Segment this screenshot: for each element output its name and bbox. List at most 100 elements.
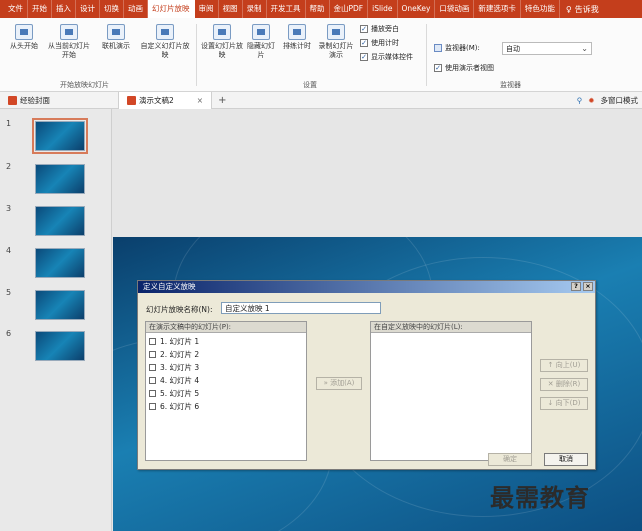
timings-checkbox[interactable]: ✓ 使用计时	[360, 38, 399, 48]
checkbox[interactable]	[149, 338, 156, 345]
slide-thumb-row[interactable]: 4	[0, 246, 112, 280]
setup-show-label: 设置幻灯片放映	[201, 42, 243, 59]
checkbox[interactable]	[149, 351, 156, 358]
checkmark-icon: ✓	[434, 64, 442, 72]
ribbon: 从头开始 从当前幻灯片开始 联机演示 自定义幻灯片放映 开始放映幻灯片 设置幻灯…	[0, 18, 642, 92]
doc-tab-1[interactable]: 经验封面	[0, 92, 58, 109]
tab-17[interactable]: 特色功能	[521, 0, 560, 18]
checkbox[interactable]	[149, 403, 156, 410]
record-button[interactable]: 录制幻灯片演示	[316, 24, 356, 60]
media-checkbox[interactable]: ✓ 显示媒体控件	[360, 52, 413, 62]
cancel-button[interactable]: 取消	[544, 453, 588, 466]
slide-thumbnail[interactable]	[35, 290, 85, 320]
doc-tab-right-tools: ⚲ ✹ 多窗口模式	[577, 92, 638, 109]
slide-thumbnail[interactable]	[35, 164, 85, 194]
list-item[interactable]: 6. 幻灯片 6	[149, 401, 199, 412]
record-icon	[327, 24, 345, 40]
search-icon[interactable]: ⚲	[577, 96, 583, 105]
tab-2[interactable]: 插入	[52, 0, 76, 18]
remove-button[interactable]: ✕ 删除(R)	[540, 378, 588, 391]
tab-5[interactable]: 动画	[124, 0, 148, 18]
doc-tab-2[interactable]: 演示文稿2 ×	[118, 91, 213, 109]
chevron-down-icon: ⌄	[581, 44, 588, 53]
watermark-text: 最需教育	[490, 484, 590, 512]
tab-15[interactable]: 口袋动画	[435, 0, 475, 18]
slide-thumbnail[interactable]	[35, 331, 85, 361]
tab-1[interactable]: 开始	[28, 0, 52, 18]
list-item[interactable]: 4. 幻灯片 4	[149, 375, 199, 386]
custom-show-label: 自定义幻灯片放映	[140, 42, 190, 59]
show-name-input[interactable]: 自定义放映 1	[221, 302, 381, 314]
move-up-button[interactable]: ↑ 向上(U)	[540, 359, 588, 372]
close-tab-icon[interactable]: ×	[197, 96, 203, 105]
slide-thumb-row[interactable]: 1	[0, 118, 112, 154]
tell-me-search[interactable]: ♀ 告诉我	[566, 4, 599, 15]
rehearse-button[interactable]: 排练计时	[280, 24, 314, 51]
checkbox[interactable]	[149, 364, 156, 371]
presenter-view-checkbox[interactable]: ✓ 使用演示者视图	[434, 63, 494, 73]
checkbox[interactable]	[149, 390, 156, 397]
gear-icon[interactable]: ✹	[588, 96, 594, 105]
slide-thumbnail[interactable]	[35, 206, 85, 236]
online-present-icon	[107, 24, 125, 40]
narration-checkbox[interactable]: ✓ 播放旁白	[360, 24, 399, 34]
list-item[interactable]: 2. 幻灯片 2	[149, 349, 199, 360]
list-item-label: 3. 幻灯片 3	[160, 363, 200, 372]
slide-number: 2	[6, 162, 12, 171]
media-label: 显示媒体控件	[371, 53, 413, 61]
tab-8[interactable]: 视图	[219, 0, 243, 18]
from-current-button[interactable]: 从当前幻灯片开始	[46, 24, 92, 60]
slide-number: 4	[6, 246, 12, 255]
slide-thumb-row[interactable]: 3	[0, 204, 112, 238]
from-start-button[interactable]: 从头开始	[4, 24, 44, 51]
tab-9[interactable]: 录制	[243, 0, 267, 18]
tab-0[interactable]: 文件	[4, 0, 28, 18]
slide-thumbnail[interactable]	[35, 248, 85, 278]
hide-slide-button[interactable]: 隐藏幻灯片	[246, 24, 276, 60]
slideshow-current-icon	[60, 24, 78, 40]
tab-16[interactable]: 新建选项卡	[474, 0, 521, 18]
tab-11[interactable]: 帮助	[306, 0, 330, 18]
checkmark-icon: ✓	[360, 39, 368, 47]
monitor-select[interactable]: 自动 ⌄	[502, 42, 592, 55]
tab-4[interactable]: 切换	[100, 0, 124, 18]
ppt-file-icon	[127, 95, 136, 105]
custom-show-button[interactable]: 自定义幻灯片放映	[140, 24, 190, 60]
slide-thumb-row[interactable]: 5	[0, 288, 112, 322]
help-button[interactable]: ?	[571, 282, 581, 291]
tab-10[interactable]: 开发工具	[267, 0, 306, 18]
add-button[interactable]: » 添加(A)	[316, 377, 362, 390]
dialog-title: 定义自定义放映	[143, 282, 196, 291]
available-slides-list[interactable]: 在演示文稿中的幻灯片(P): 1. 幻灯片 1 2. 幻灯片 2 3. 幻灯片 …	[145, 321, 307, 461]
tab-3[interactable]: 设计	[76, 0, 100, 18]
move-down-button[interactable]: ↓ 向下(D)	[540, 397, 588, 410]
doc-tab-label: 演示文稿2	[139, 95, 174, 105]
slide-thumb-row[interactable]: 6	[0, 329, 112, 363]
tab-13[interactable]: iSlide	[368, 0, 398, 18]
slide-thumb-row[interactable]: 2	[0, 162, 112, 196]
checkbox[interactable]	[149, 377, 156, 384]
list-item[interactable]: 1. 幻灯片 1	[149, 336, 199, 347]
tab-14[interactable]: OneKey	[398, 0, 436, 18]
dialog-title-bar: 定义自定义放映 ? ×	[138, 281, 595, 293]
multiwindow-button[interactable]: 多窗口模式	[601, 95, 639, 106]
ok-button[interactable]: 确定	[488, 453, 532, 466]
slide-thumbnail[interactable]	[32, 118, 88, 154]
group-divider	[196, 24, 197, 86]
list-item-label: 2. 幻灯片 2	[160, 350, 200, 359]
close-icon[interactable]: ×	[583, 282, 593, 291]
list-item[interactable]: 5. 幻灯片 5	[149, 388, 199, 399]
tab-6[interactable]: 幻灯片放映	[148, 0, 195, 18]
slide-number: 6	[6, 329, 12, 338]
tab-7[interactable]: 审阅	[195, 0, 219, 18]
add-tab-button[interactable]: +	[218, 95, 226, 106]
list-item-label: 6. 幻灯片 6	[160, 402, 200, 411]
list-item-label: 4. 幻灯片 4	[160, 376, 200, 385]
hide-slide-label: 隐藏幻灯片	[247, 42, 275, 59]
tab-12[interactable]: 金山PDF	[330, 0, 369, 18]
setup-show-button[interactable]: 设置幻灯片放映	[200, 24, 244, 60]
ppt-file-icon	[8, 95, 17, 105]
online-present-button[interactable]: 联机演示	[96, 24, 136, 51]
custom-show-slides-list[interactable]: 在自定义放映中的幻灯片(L):	[370, 321, 532, 461]
list-item[interactable]: 3. 幻灯片 3	[149, 362, 199, 373]
